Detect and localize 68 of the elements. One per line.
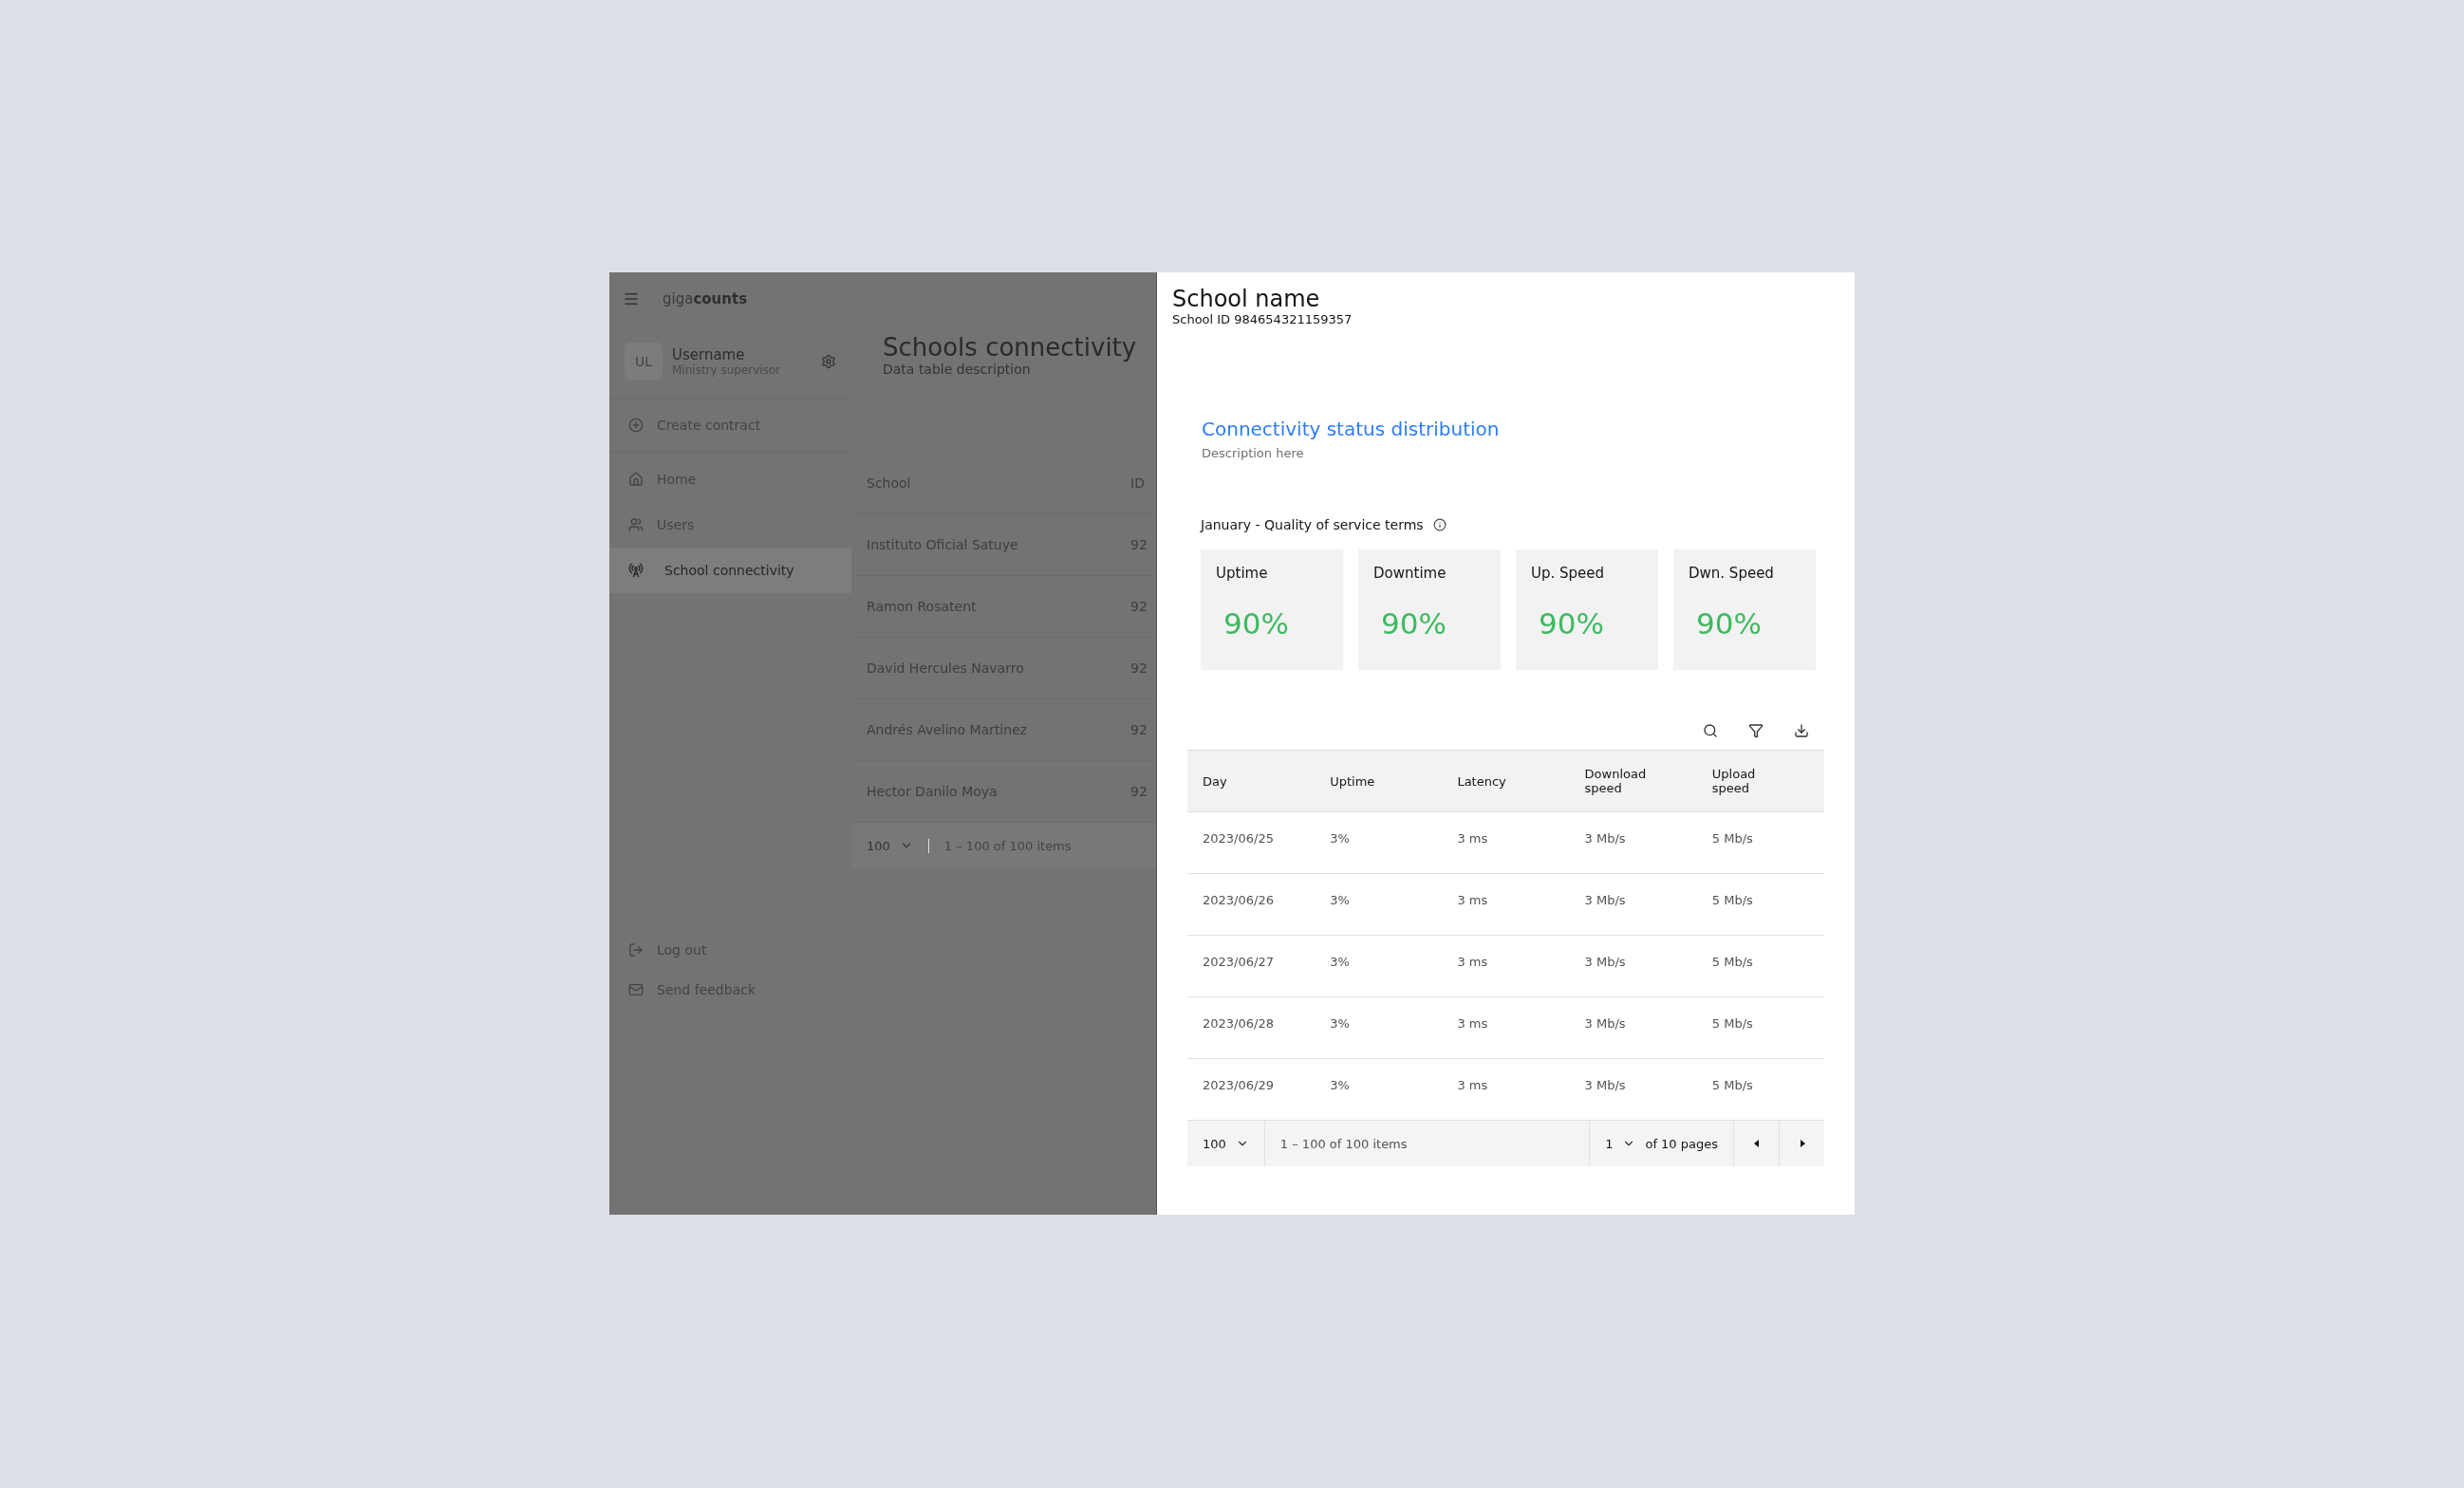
page-size-select[interactable]: 100 (867, 838, 890, 853)
next-icon (1798, 1139, 1806, 1148)
table-cell-text: 3 ms (1456, 892, 1489, 907)
school-id: School ID 984654321159357 (1171, 312, 1353, 326)
plus-icon (628, 418, 644, 433)
previous-icon (1752, 1139, 1761, 1148)
nav-item[interactable]: School connectivity (609, 548, 851, 593)
table-cell-text: 3% (1329, 892, 1351, 907)
logo: gigacounts (663, 290, 748, 307)
table-cell-text: 3 Mb/s (1583, 830, 1627, 846)
search-icon[interactable] (1703, 723, 1718, 738)
table-cell-text: 3% (1329, 954, 1351, 969)
column-header: Uptime (1329, 773, 1376, 789)
table-cell-text: 5 Mb/s (1710, 1015, 1754, 1031)
avatar: UL (625, 343, 663, 381)
table-cell-text: 3 ms (1456, 830, 1489, 846)
download-icon[interactable] (1794, 723, 1809, 738)
metric-label: Uptime (1216, 565, 1269, 582)
table-cell-text: 3 Mb/s (1583, 954, 1627, 969)
table-cell-text: 5 Mb/s (1710, 954, 1754, 969)
table-cell-text: 3 ms (1456, 954, 1489, 969)
table-cell-text: 3% (1329, 1077, 1351, 1092)
settings-icon[interactable] (821, 354, 836, 369)
table-cell-text: 3 ms (1456, 1077, 1489, 1092)
section-description: Description here (1201, 445, 1305, 460)
page-size-select[interactable]: 100 (1203, 1136, 1226, 1151)
table-cell-text: 3% (1329, 830, 1351, 846)
metric-value: 90% (1381, 606, 1447, 641)
table-cell-text: 5 Mb/s (1710, 892, 1754, 907)
table-cell-text: 5 Mb/s (1710, 830, 1754, 846)
section-title: Connectivity status distribution (1201, 417, 1501, 440)
table-cell-text: 3% (1329, 1015, 1351, 1031)
table-cell-text: 5 Mb/s (1710, 1077, 1754, 1092)
column-header: Day (1202, 773, 1228, 789)
metric-label: Up. Speed (1531, 565, 1606, 582)
info-icon[interactable] (1432, 518, 1447, 531)
table-cell-text: 3 Mb/s (1583, 1015, 1627, 1031)
metric-value: 90% (1696, 606, 1763, 641)
table-cell-text: 2023/06/25 (1202, 830, 1275, 846)
page-count: of 10 pages (1645, 1136, 1718, 1151)
metric-value: 90% (1223, 606, 1290, 641)
column-header: Latency (1456, 773, 1507, 789)
page-description: Data table description (882, 362, 1032, 377)
items-range: 1 – 100 of 100 items (1279, 1136, 1408, 1151)
table-cell-text: 2023/06/27 (1202, 954, 1275, 969)
menu-icon[interactable] (623, 290, 640, 307)
user-name: Username (672, 346, 746, 363)
mail-icon (628, 982, 644, 997)
logout-icon (628, 942, 644, 958)
metrics-title: January - Quality of service terms (1201, 517, 1424, 532)
home-icon (628, 472, 644, 487)
column-header: Upload speed (1710, 767, 1757, 795)
filter-icon[interactable] (1748, 723, 1764, 738)
panel-title: School name (1171, 285, 1321, 312)
column-header: Download speed (1583, 767, 1648, 795)
page-select[interactable]: 1 (1605, 1136, 1614, 1151)
users-icon (628, 517, 644, 532)
table-cell-text: 3 Mb/s (1583, 892, 1627, 907)
table-cell-text: 2023/06/28 (1202, 1015, 1275, 1031)
metric-value: 90% (1539, 606, 1605, 641)
metric-label: Downtime (1373, 565, 1447, 582)
table-cell-text: 3 ms (1456, 1015, 1489, 1031)
table-cell-text: 3 Mb/s (1583, 1077, 1627, 1092)
page-title: Schools connectivity (882, 332, 1138, 362)
antenna-icon (628, 563, 644, 578)
table-cell-text: 2023/06/29 (1202, 1077, 1275, 1092)
table-cell-text: 2023/06/26 (1202, 892, 1275, 907)
metric-label: Dwn. Speed (1689, 565, 1775, 582)
